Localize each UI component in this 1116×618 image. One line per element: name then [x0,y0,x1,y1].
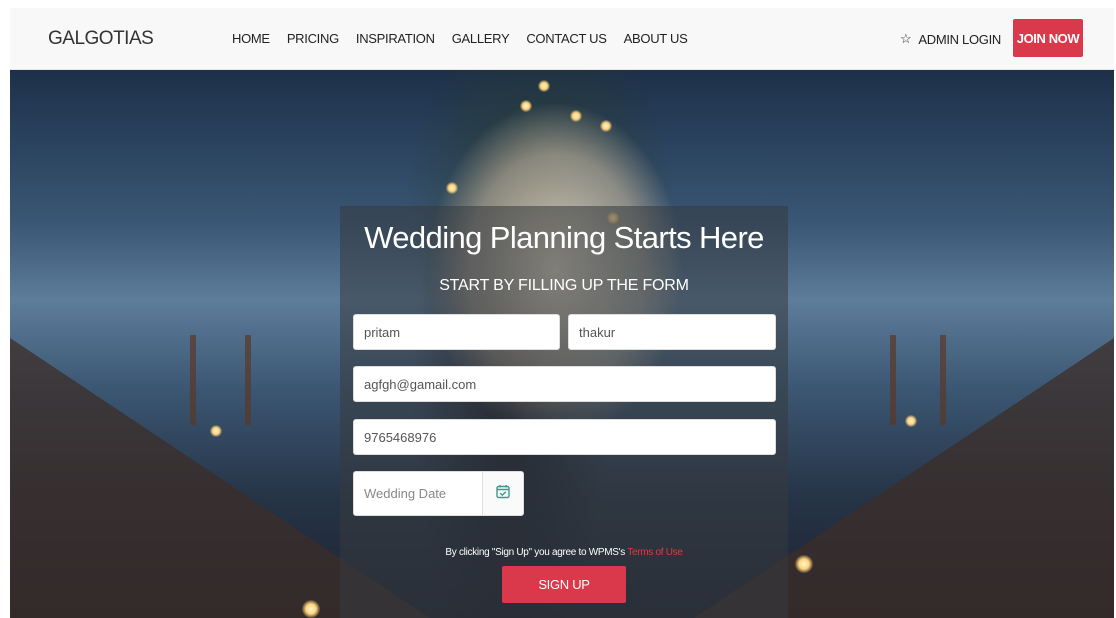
pier-post [190,335,196,425]
nav-contact-us[interactable]: CONTACT US [526,31,607,46]
join-now-button[interactable]: JOIN NOW [1013,19,1083,57]
nav-about-us[interactable]: ABOUT US [624,31,688,46]
tree-light [600,120,612,132]
page-frame: GALGOTIAS HOME PRICING INSPIRATION GALLE… [10,8,1114,618]
hero-title: Wedding Planning Starts Here [364,220,764,255]
terms-notice: By clicking "Sign Up" you agree to WPMS'… [340,547,788,558]
tree-light [520,100,532,112]
railing-lamp [905,415,917,427]
admin-login-label: ADMIN LOGIN [918,31,1002,47]
hero-subtitle: START BY FILLING UP THE FORM [439,277,689,294]
nav-inspiration[interactable]: INSPIRATION [356,31,435,46]
navbar: GALGOTIAS HOME PRICING INSPIRATION GALLE… [10,8,1114,70]
signup-form-panel: Wedding Planning Starts Here START BY FI… [340,206,788,618]
calendar-button[interactable] [483,472,523,515]
last-name-input[interactable]: thakur [568,314,776,350]
nav-gallery[interactable]: GALLERY [452,31,510,46]
tree-light [538,80,550,92]
terms-prefix: By clicking "Sign Up" you agree to WPMS'… [445,547,625,558]
first-name-input[interactable]: pritam [353,314,560,350]
railing-lamp [210,425,222,437]
phone-input[interactable]: 9765468976 [353,419,776,455]
nav-pricing[interactable]: PRICING [287,31,339,46]
pier-post [940,335,946,425]
nav-links: HOME PRICING INSPIRATION GALLERY CONTACT… [232,31,704,46]
wedding-date-input[interactable]: Wedding Date [354,472,483,515]
railing-lamp [302,600,320,618]
admin-login-link[interactable]: ☆ ADMIN LOGIN [900,31,1001,47]
sign-up-button[interactable]: SIGN UP [502,566,626,603]
nav-home[interactable]: HOME [232,31,270,46]
pier-post [245,335,251,425]
tree-light [446,182,458,194]
tree-light [570,110,582,122]
pier-post [890,335,896,425]
brand-logo[interactable]: GALGOTIAS [48,28,154,50]
terms-of-use-link[interactable]: Terms of Use [627,547,683,558]
calendar-check-icon [496,484,510,504]
star-icon: ☆ [900,31,912,46]
email-input[interactable]: agfgh@gamail.com [353,366,776,402]
wedding-date-picker: Wedding Date [353,471,524,516]
railing-lamp [795,555,813,573]
